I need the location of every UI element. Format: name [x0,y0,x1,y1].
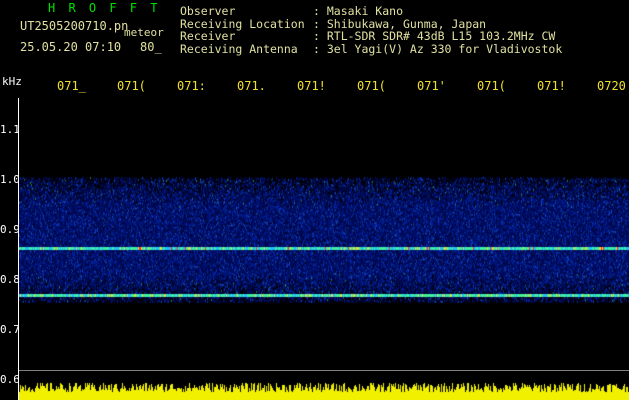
file-name: UT2505200710.pn [20,19,129,33]
meta-row-receiver: Receiver : RTL-SDR SDR# 43dB L15 103.2MH… [180,30,562,43]
time-tick-label: 071! [297,79,326,93]
frequency-tick-label: 1.0 [0,173,20,186]
time-tick-label: 071_ [57,79,86,93]
time-tick-label: 071( [117,79,146,93]
file-tag: meteor [124,26,164,39]
time-tick-label: 071: [177,79,206,93]
time-tick-label: 071' [417,79,446,93]
meta-row-observer: Observer : Masaki Kano [180,5,562,18]
frequency-tick-label: 0.9 [0,223,20,236]
frequency-tick-label: 1.1 [0,123,20,136]
station-metadata: Observer : Masaki Kano Receiving Locatio… [180,5,562,55]
meta-value: : RTL-SDR SDR# 43dB L15 103.2MHz CW [313,29,556,43]
capture-timestamp: 25.05.20 07:10 [20,40,122,54]
spectrogram-plot [19,100,629,400]
time-axis: 071_ 071( 071: 071. 071! 071( 071' 071( … [0,80,629,96]
meta-value: : 3el Yagi(V) Az 330 for Vladivostok [313,41,563,56]
meta-row-antenna: Receiving Antenna : 3el Yagi(V) Az 330 f… [180,41,563,56]
meta-label: Observer [180,4,236,18]
time-tick-label: 0720 [597,79,626,93]
time-tick-label: 071( [477,79,506,93]
time-tick-label: 071. [237,79,266,93]
frequency-tick-label: 0.7 [0,323,20,336]
meta-label: Receiving Antenna [180,41,298,56]
time-tick-label: 071( [357,79,386,93]
amplitude-baseline [19,370,629,371]
time-tick-label: 071! [537,79,566,93]
frequency-tick-label: 0.6 [0,373,20,386]
meta-label: Receiver [180,29,236,43]
brand-title: H R O F F T [48,1,161,15]
frequency-tick-label: 0.8 [0,273,20,286]
hrofft-spectrogram-screen: H R O F F T UT2505200710.pn meteor 25.05… [0,0,629,400]
capture-number: 80_ [140,40,162,54]
meta-value: : Masaki Kano [313,4,404,18]
